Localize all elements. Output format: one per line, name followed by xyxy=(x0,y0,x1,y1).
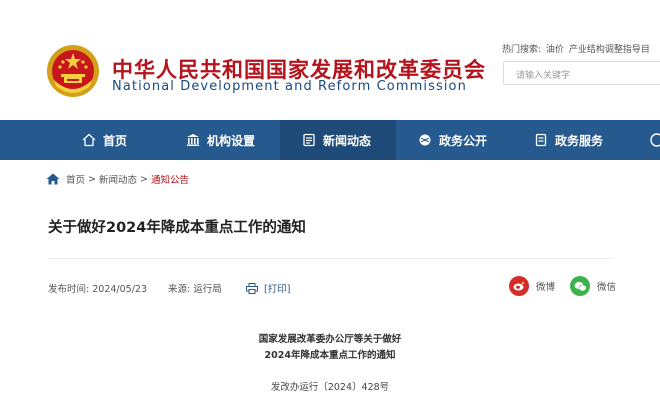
share-weibo-label: 微博 xyxy=(536,282,556,293)
nav-item-gov-services[interactable]: 政务服务 xyxy=(534,120,603,160)
breadcrumb-home[interactable]: 首页 xyxy=(66,172,85,186)
weibo-icon xyxy=(509,276,529,296)
printer-icon xyxy=(246,282,258,294)
main-nav: 首页 机构设置 新闻动态 政务公开 政务服务 xyxy=(0,120,660,160)
print-button[interactable]: [打印] xyxy=(246,281,290,295)
publish-time: 发布时间: 2024/05/23 xyxy=(48,281,147,295)
breadcrumb-sep: > xyxy=(140,173,148,185)
nav-item-gov-affairs[interactable]: 政务公开 xyxy=(418,120,487,160)
news-icon xyxy=(303,133,315,147)
national-emblem-icon xyxy=(47,45,99,97)
hot-search-item[interactable]: 油价 xyxy=(546,45,564,55)
search-placeholder: 请输入关键字 xyxy=(516,71,571,81)
nav-item-home[interactable]: 首页 xyxy=(82,120,127,160)
site-title-en[interactable]: National Development and Reform Commissi… xyxy=(112,79,467,94)
doc-number: 发改办运行〔2024〕428号 xyxy=(270,382,390,393)
nav-item-organization[interactable]: 机构设置 xyxy=(186,120,255,160)
source: 来源: 运行局 xyxy=(168,281,222,295)
publish-time-value: 2024/05/23 xyxy=(92,284,147,295)
share-wechat[interactable]: 微信 xyxy=(570,276,616,296)
building-icon xyxy=(187,134,199,146)
nav-label: 机构设置 xyxy=(207,133,256,148)
print-label: [打印] xyxy=(264,284,291,295)
hot-search-label: 热门搜索: xyxy=(502,45,542,55)
wechat-icon xyxy=(570,276,590,296)
breadcrumb-sep: > xyxy=(88,173,96,185)
hot-search-item[interactable]: 产业结构调整指导目 xyxy=(569,45,650,55)
doc-header-line2: 2024年降成本重点工作的通知 xyxy=(264,350,396,361)
home-icon xyxy=(46,173,60,185)
breadcrumb: 首页 > 新闻动态 > 通知公告 xyxy=(46,172,189,186)
divider xyxy=(48,258,613,259)
site-header: 中华人民共和国国家发展和改革委员会 National Development a… xyxy=(0,0,660,120)
nav-label: 政务公开 xyxy=(439,133,488,148)
breadcrumb-current[interactable]: 通知公告 xyxy=(151,172,189,186)
nav-item-news[interactable]: 新闻动态 xyxy=(280,120,396,160)
article-title: 关于做好2024年降成本重点工作的通知 xyxy=(48,220,306,236)
breadcrumb-news[interactable]: 新闻动态 xyxy=(99,172,137,186)
hot-search: 热门搜索: 油价 产业结构调整指导目 xyxy=(502,42,652,55)
globe-icon xyxy=(419,134,431,146)
doc-header-line1: 国家发展改革委办公厅等关于做好 xyxy=(258,334,402,345)
search-input[interactable]: 请输入关键字 xyxy=(503,61,660,85)
home-icon xyxy=(82,133,96,147)
nav-label: 政务服务 xyxy=(555,133,604,148)
share-weibo[interactable]: 微博 xyxy=(509,276,555,296)
service-doc-icon xyxy=(535,133,547,147)
circle-icon xyxy=(650,133,660,147)
source-label: 来源: xyxy=(168,284,191,295)
source-value: 运行局 xyxy=(193,284,222,295)
publish-time-label: 发布时间: xyxy=(48,284,90,295)
nav-label: 首页 xyxy=(103,133,128,148)
nav-overflow-icon[interactable] xyxy=(645,132,660,152)
nav-label: 新闻动态 xyxy=(323,133,372,148)
share-wechat-label: 微信 xyxy=(597,282,617,293)
